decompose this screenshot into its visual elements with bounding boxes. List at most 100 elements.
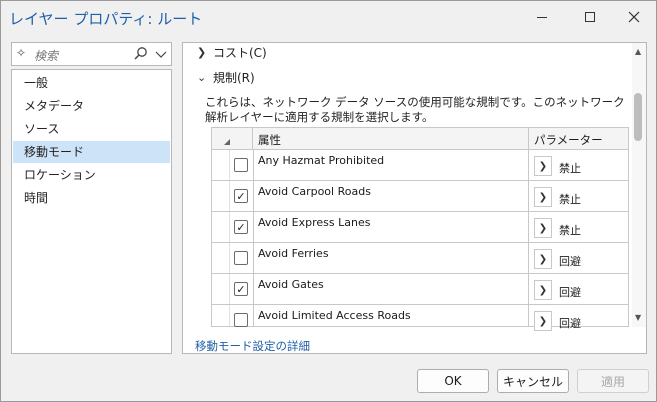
parameter-value: 回避 <box>559 255 581 268</box>
search-box[interactable]: ✧ 検索 <box>11 42 172 66</box>
nav-item-label: メタデータ <box>24 99 85 113</box>
column-divider <box>528 243 529 273</box>
expand-parameter-button[interactable]: ❯ <box>534 280 552 300</box>
column-divider <box>253 181 254 211</box>
column-divider <box>528 274 529 304</box>
parameter-value: 禁止 <box>559 224 581 237</box>
chevron-right-icon: ❯ <box>538 222 548 234</box>
scroll-up-icon[interactable]: ▲ <box>635 47 641 56</box>
chevron-down-icon[interactable] <box>153 45 169 63</box>
restriction-name: Avoid Limited Access Roads <box>258 309 411 322</box>
restriction-name: Avoid Express Lanes <box>258 216 371 229</box>
cancel-button[interactable]: キャンセル <box>497 369 569 393</box>
dialog-title: レイヤー プロパティ: ルート <box>9 10 203 28</box>
minimize-icon <box>537 16 547 18</box>
row-selector <box>212 150 230 180</box>
scrollbar-thumb[interactable] <box>634 93 642 141</box>
chevron-right-icon: ❯ <box>538 284 548 296</box>
ok-button[interactable]: OK <box>417 369 489 393</box>
checkmark-icon: ✓ <box>236 282 246 296</box>
apply-button[interactable]: 適用 <box>577 369 649 393</box>
nav-item-travel-mode[interactable]: 移動モード <box>13 141 170 163</box>
row-selector <box>212 305 230 326</box>
nav-item-locations[interactable]: ロケーション <box>13 164 170 186</box>
column-divider <box>528 305 529 326</box>
row-selector <box>212 274 230 304</box>
restrictions-grid: 属性 パラメーター Any Hazmat Prohibited ❯ 禁止 ✓ A… <box>211 127 629 331</box>
restrictions-section-label: 規制(R) <box>213 70 255 85</box>
parameter-value: 禁止 <box>559 193 581 206</box>
chevron-right-icon: ❯ <box>538 191 548 203</box>
restrictions-section-header[interactable]: ⌄ 規制(R) <box>197 69 255 85</box>
column-divider <box>528 212 529 242</box>
column-divider <box>528 128 529 149</box>
table-row[interactable]: ✓ Avoid Express Lanes ❯ 禁止 <box>212 212 628 243</box>
table-row[interactable]: Any Hazmat Prohibited ❯ 禁止 <box>212 150 628 181</box>
grid-corner[interactable] <box>212 128 253 149</box>
checkmark-icon: ✓ <box>236 220 246 234</box>
parameter-value: 禁止 <box>559 162 581 175</box>
restrictions-description: これらは、ネットワーク データ ソースの使用可能な規制です。このネットワーク解析… <box>205 95 625 124</box>
restriction-name: Any Hazmat Prohibited <box>258 154 385 167</box>
column-divider <box>253 150 254 180</box>
chevron-right-icon: ❯ <box>538 253 548 265</box>
row-checkbox[interactable]: ✓ <box>234 220 248 234</box>
expand-parameter-button[interactable]: ❯ <box>534 249 552 269</box>
row-checkbox[interactable] <box>234 251 248 265</box>
restriction-name: Avoid Carpool Roads <box>258 185 371 198</box>
title-bar: レイヤー プロパティ: ルート <box>1 1 656 35</box>
table-row[interactable]: ✓ Avoid Gates ❯ 回避 <box>212 274 628 305</box>
chevron-right-icon: ❯ <box>197 45 207 59</box>
column-divider <box>253 212 254 242</box>
row-selector <box>212 181 230 211</box>
column-divider <box>528 150 529 180</box>
nav-item-label: 移動モード <box>24 145 85 159</box>
column-divider <box>253 274 254 304</box>
chevron-right-icon: ❯ <box>538 315 548 327</box>
cost-section-label: コスト(C) <box>213 45 267 60</box>
layer-properties-dialog: レイヤー プロパティ: ルート ✧ 検索 一般 メタデータ ソース 移動モード … <box>0 0 657 402</box>
nav-item-label: 時間 <box>24 191 49 205</box>
chevron-down-icon: ⌄ <box>197 70 207 84</box>
restriction-name: Avoid Gates <box>258 278 324 291</box>
expand-parameter-button[interactable]: ❯ <box>534 156 552 176</box>
search-input[interactable]: 検索 <box>34 47 58 64</box>
maximize-icon <box>585 12 595 22</box>
search-icon[interactable] <box>133 45 149 63</box>
cost-section-header[interactable]: ❯ コスト(C) <box>197 44 267 60</box>
ai-sparkle-icon: ✧ <box>16 46 27 60</box>
nav-item-time[interactable]: 時間 <box>13 187 170 209</box>
corner-triangle-icon <box>224 139 230 145</box>
checkmark-icon: ✓ <box>236 189 246 203</box>
row-checkbox[interactable] <box>234 158 248 172</box>
restriction-name: Avoid Ferries <box>258 247 329 260</box>
chevron-right-icon: ❯ <box>538 160 548 172</box>
column-header-attribute[interactable]: 属性 <box>258 132 281 148</box>
expand-parameter-button[interactable]: ❯ <box>534 218 552 238</box>
nav-item-label: ロケーション <box>24 168 96 182</box>
table-row[interactable]: Avoid Limited Access Roads ❯ 回避 <box>212 305 628 331</box>
property-page-list: 一般 メタデータ ソース 移動モード ロケーション 時間 <box>11 69 172 354</box>
grid-header: 属性 パラメーター <box>212 128 628 150</box>
column-header-parameter[interactable]: パラメーター <box>534 132 603 148</box>
parameter-value: 回避 <box>559 286 581 299</box>
column-divider <box>528 181 529 211</box>
table-row[interactable]: Avoid Ferries ❯ 回避 <box>212 243 628 274</box>
row-checkbox[interactable] <box>234 313 248 327</box>
nav-item-label: ソース <box>24 122 60 136</box>
nav-item-label: 一般 <box>24 76 49 90</box>
table-row[interactable]: ✓ Avoid Carpool Roads ❯ 禁止 <box>212 181 628 212</box>
minimize-button[interactable] <box>519 1 565 33</box>
nav-item-general[interactable]: 一般 <box>13 72 170 94</box>
row-checkbox[interactable]: ✓ <box>234 282 248 296</box>
nav-item-metadata[interactable]: メタデータ <box>13 95 170 117</box>
travel-mode-details-link[interactable]: 移動モード設定の詳細 <box>195 338 310 353</box>
vertical-scrollbar[interactable]: ▲ ▼ <box>632 43 646 327</box>
scroll-down-icon[interactable]: ▼ <box>635 313 641 322</box>
expand-parameter-button[interactable]: ❯ <box>534 311 552 331</box>
maximize-button[interactable] <box>567 1 613 33</box>
nav-item-source[interactable]: ソース <box>13 118 170 140</box>
row-checkbox[interactable]: ✓ <box>234 189 248 203</box>
close-button[interactable] <box>611 1 657 33</box>
expand-parameter-button[interactable]: ❯ <box>534 187 552 207</box>
